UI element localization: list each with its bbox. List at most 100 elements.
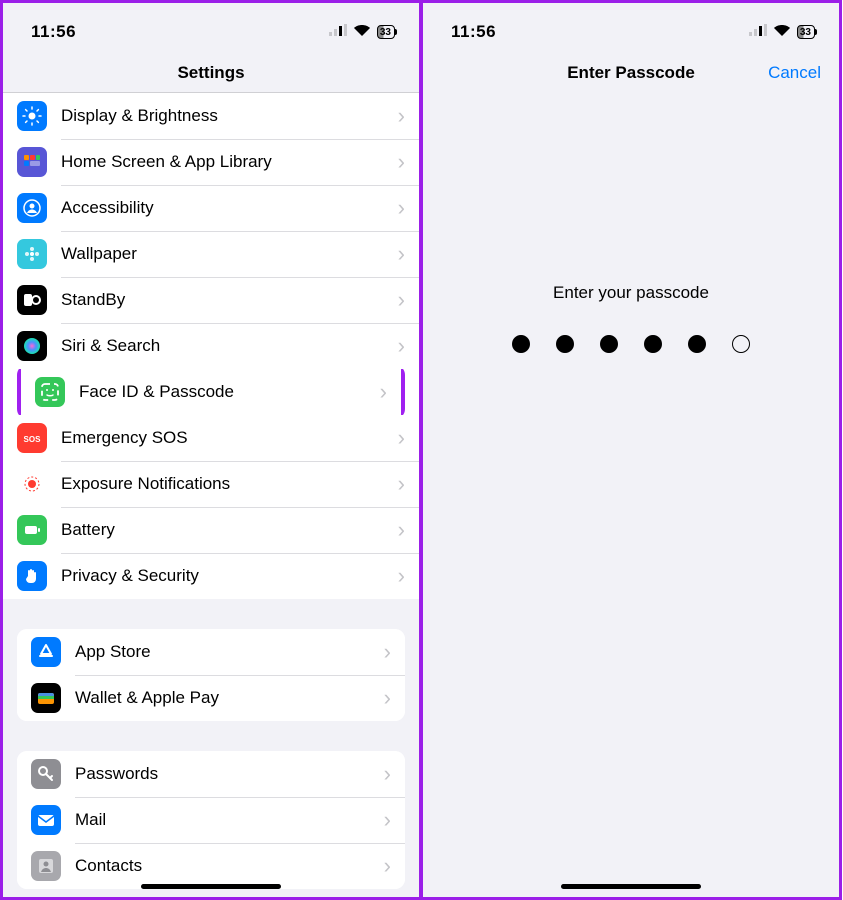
face-icon — [35, 377, 65, 407]
passcode-dots — [512, 335, 750, 353]
passcode-prompt: Enter your passcode — [553, 283, 709, 303]
row-label: Home Screen & App Library — [61, 152, 398, 172]
chevron-right-icon: › — [398, 333, 405, 359]
row-label: Privacy & Security — [61, 566, 398, 586]
chevron-right-icon: › — [398, 517, 405, 543]
row-label: Wallet & Apple Pay — [75, 688, 384, 708]
settings-group: Passwords›Mail›Contacts› — [17, 751, 405, 889]
row-label: Display & Brightness — [61, 106, 398, 126]
page-title: Enter Passcode — [567, 63, 695, 83]
chevron-right-icon: › — [384, 807, 391, 833]
passcode-dot — [688, 335, 706, 353]
row-home-screen[interactable]: Home Screen & App Library› — [3, 139, 419, 185]
left-phone-frame: 11:56 33 Settings Display & Brightness›H… — [0, 0, 421, 900]
chevron-right-icon: › — [398, 195, 405, 221]
chevron-right-icon: › — [384, 853, 391, 879]
wifi-icon — [353, 23, 371, 41]
passcode-dot — [556, 335, 574, 353]
appstore-icon — [31, 637, 61, 667]
row-label: Mail — [75, 810, 384, 830]
key-icon — [31, 759, 61, 789]
battery-indicator: 33 — [797, 25, 815, 39]
chevron-right-icon: › — [384, 639, 391, 665]
row-label: Passwords — [75, 764, 384, 784]
right-phone-frame: 11:56 33 Enter Passcode Cancel Enter you… — [421, 0, 842, 900]
chevron-right-icon: › — [380, 379, 387, 405]
page-title: Settings — [177, 63, 244, 83]
passcode-dot — [644, 335, 662, 353]
settings-group: Display & Brightness›Home Screen & App L… — [3, 93, 419, 599]
status-bar: 11:56 33 — [423, 3, 839, 53]
passcode-dot — [600, 335, 618, 353]
status-indicators: 33 — [749, 23, 815, 41]
status-indicators: 33 — [329, 23, 395, 41]
row-siri-search[interactable]: Siri & Search› — [3, 323, 419, 369]
row-standby[interactable]: StandBy› — [3, 277, 419, 323]
row-label: Accessibility — [61, 198, 398, 218]
contacts-icon — [31, 851, 61, 881]
row-label: Face ID & Passcode — [79, 382, 380, 402]
row-app-store[interactable]: App Store› — [17, 629, 405, 675]
row-emergency-sos[interactable]: SOS Emergency SOS› — [3, 415, 419, 461]
chevron-right-icon: › — [398, 471, 405, 497]
row-label: Battery — [61, 520, 398, 540]
status-bar: 11:56 33 — [3, 3, 419, 53]
row-face-id-passcode[interactable]: Face ID & Passcode› — [21, 369, 401, 415]
chevron-right-icon: › — [384, 761, 391, 787]
row-label: Exposure Notifications — [61, 474, 398, 494]
siri-icon — [17, 331, 47, 361]
mail-icon — [31, 805, 61, 835]
cancel-button[interactable]: Cancel — [768, 63, 821, 83]
nav-header: Enter Passcode Cancel — [423, 53, 839, 93]
wifi-icon — [773, 23, 791, 41]
row-passwords[interactable]: Passwords› — [17, 751, 405, 797]
row-accessibility[interactable]: Accessibility› — [3, 185, 419, 231]
home-indicator[interactable] — [141, 884, 281, 889]
status-time: 11:56 — [31, 22, 76, 42]
row-exposure-notifications[interactable]: Exposure Notifications› — [3, 461, 419, 507]
chevron-right-icon: › — [398, 103, 405, 129]
grid-icon — [17, 147, 47, 177]
row-label: Emergency SOS — [61, 428, 398, 448]
highlight-ring: Face ID & Passcode› — [17, 365, 405, 419]
row-label: Siri & Search — [61, 336, 398, 356]
chevron-right-icon: › — [398, 287, 405, 313]
row-wallet[interactable]: Wallet & Apple Pay› — [17, 675, 405, 721]
row-privacy-security[interactable]: Privacy & Security› — [3, 553, 419, 599]
passcode-dot — [512, 335, 530, 353]
flower-icon — [17, 239, 47, 269]
passcode-area: Enter your passcode — [423, 93, 839, 353]
cellular-icon — [749, 23, 767, 41]
chevron-right-icon: › — [398, 149, 405, 175]
settings-group: App Store›Wallet & Apple Pay› — [17, 629, 405, 721]
row-label: Contacts — [75, 856, 384, 876]
row-label: App Store — [75, 642, 384, 662]
row-battery[interactable]: Battery› — [3, 507, 419, 553]
row-mail[interactable]: Mail› — [17, 797, 405, 843]
status-time: 11:56 — [451, 22, 496, 42]
row-wallpaper[interactable]: Wallpaper› — [3, 231, 419, 277]
chevron-right-icon: › — [398, 241, 405, 267]
sos-icon: SOS — [17, 423, 47, 453]
row-display-brightness[interactable]: Display & Brightness› — [3, 93, 419, 139]
nav-header: Settings — [3, 53, 419, 93]
exposure-icon — [17, 469, 47, 499]
person-icon — [17, 193, 47, 223]
cellular-icon — [329, 23, 347, 41]
row-contacts[interactable]: Contacts› — [17, 843, 405, 889]
passcode-dot — [732, 335, 750, 353]
hand-icon — [17, 561, 47, 591]
svg-text:SOS: SOS — [24, 435, 42, 444]
sun-icon — [17, 101, 47, 131]
battery-indicator: 33 — [377, 25, 395, 39]
chevron-right-icon: › — [384, 685, 391, 711]
row-label: Wallpaper — [61, 244, 398, 264]
home-indicator[interactable] — [561, 884, 701, 889]
clock-icon — [17, 285, 47, 315]
chevron-right-icon: › — [398, 563, 405, 589]
wallet-icon — [31, 683, 61, 713]
settings-list[interactable]: Display & Brightness›Home Screen & App L… — [3, 93, 419, 900]
battery-icon — [17, 515, 47, 545]
row-label: StandBy — [61, 290, 398, 310]
chevron-right-icon: › — [398, 425, 405, 451]
